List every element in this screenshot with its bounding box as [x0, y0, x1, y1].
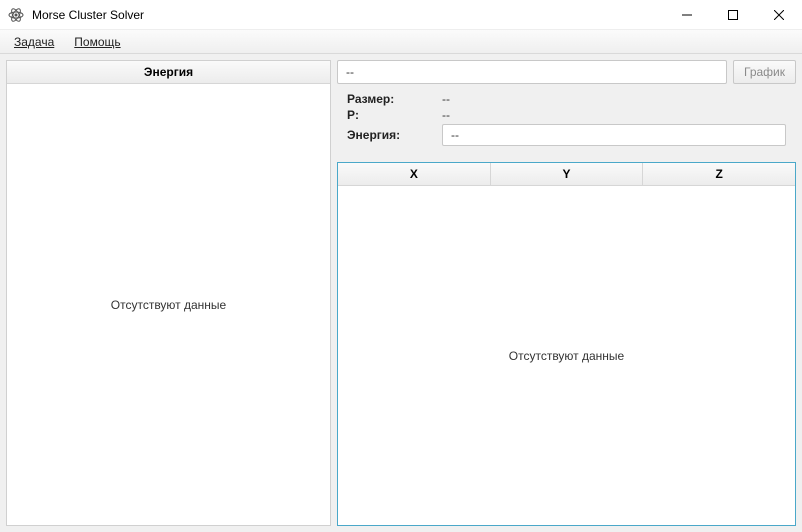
menu-help[interactable]: Помощь — [64, 30, 130, 53]
app-icon — [8, 7, 24, 23]
table-head: X Y Z — [338, 163, 795, 186]
left-pane: Энергия Отсутствуют данные — [6, 60, 331, 526]
top-row: График — [337, 60, 796, 84]
window-controls — [664, 0, 802, 29]
left-header: Энергия — [7, 61, 330, 84]
p-label: P: — [347, 108, 442, 122]
left-empty: Отсутствуют данные — [7, 84, 330, 525]
graph-button-label: График — [744, 65, 785, 79]
right-pane: График Размер: -- P: -- Энергия: X — [337, 60, 796, 526]
p-value: -- — [442, 108, 450, 122]
graph-button[interactable]: График — [733, 60, 796, 84]
body: Энергия Отсутствуют данные График Размер… — [0, 54, 802, 532]
menu-task-label: Задача — [14, 35, 54, 49]
minimize-button[interactable] — [664, 0, 710, 29]
menubar: Задача Помощь — [0, 30, 802, 54]
window-title: Morse Cluster Solver — [32, 8, 664, 22]
coords-table: X Y Z Отсутствуют данные — [337, 162, 796, 526]
size-label: Размер: — [347, 92, 442, 106]
col-z[interactable]: Z — [643, 163, 795, 185]
id-input[interactable] — [337, 60, 727, 84]
col-x[interactable]: X — [338, 163, 491, 185]
info-block: Размер: -- P: -- Энергия: — [337, 84, 796, 156]
close-button[interactable] — [756, 0, 802, 29]
energy-input[interactable] — [442, 124, 786, 146]
info-row-size: Размер: -- — [347, 92, 786, 106]
table-empty: Отсутствуют данные — [338, 186, 795, 525]
energy-label: Энергия: — [347, 128, 442, 142]
right-upper: График Размер: -- P: -- Энергия: — [337, 60, 796, 156]
menu-task[interactable]: Задача — [4, 30, 64, 53]
titlebar: Morse Cluster Solver — [0, 0, 802, 30]
maximize-button[interactable] — [710, 0, 756, 29]
col-y[interactable]: Y — [491, 163, 644, 185]
info-row-p: P: -- — [347, 108, 786, 122]
info-row-energy: Энергия: — [347, 124, 786, 146]
size-value: -- — [442, 92, 450, 106]
menu-help-label: Помощь — [74, 35, 120, 49]
